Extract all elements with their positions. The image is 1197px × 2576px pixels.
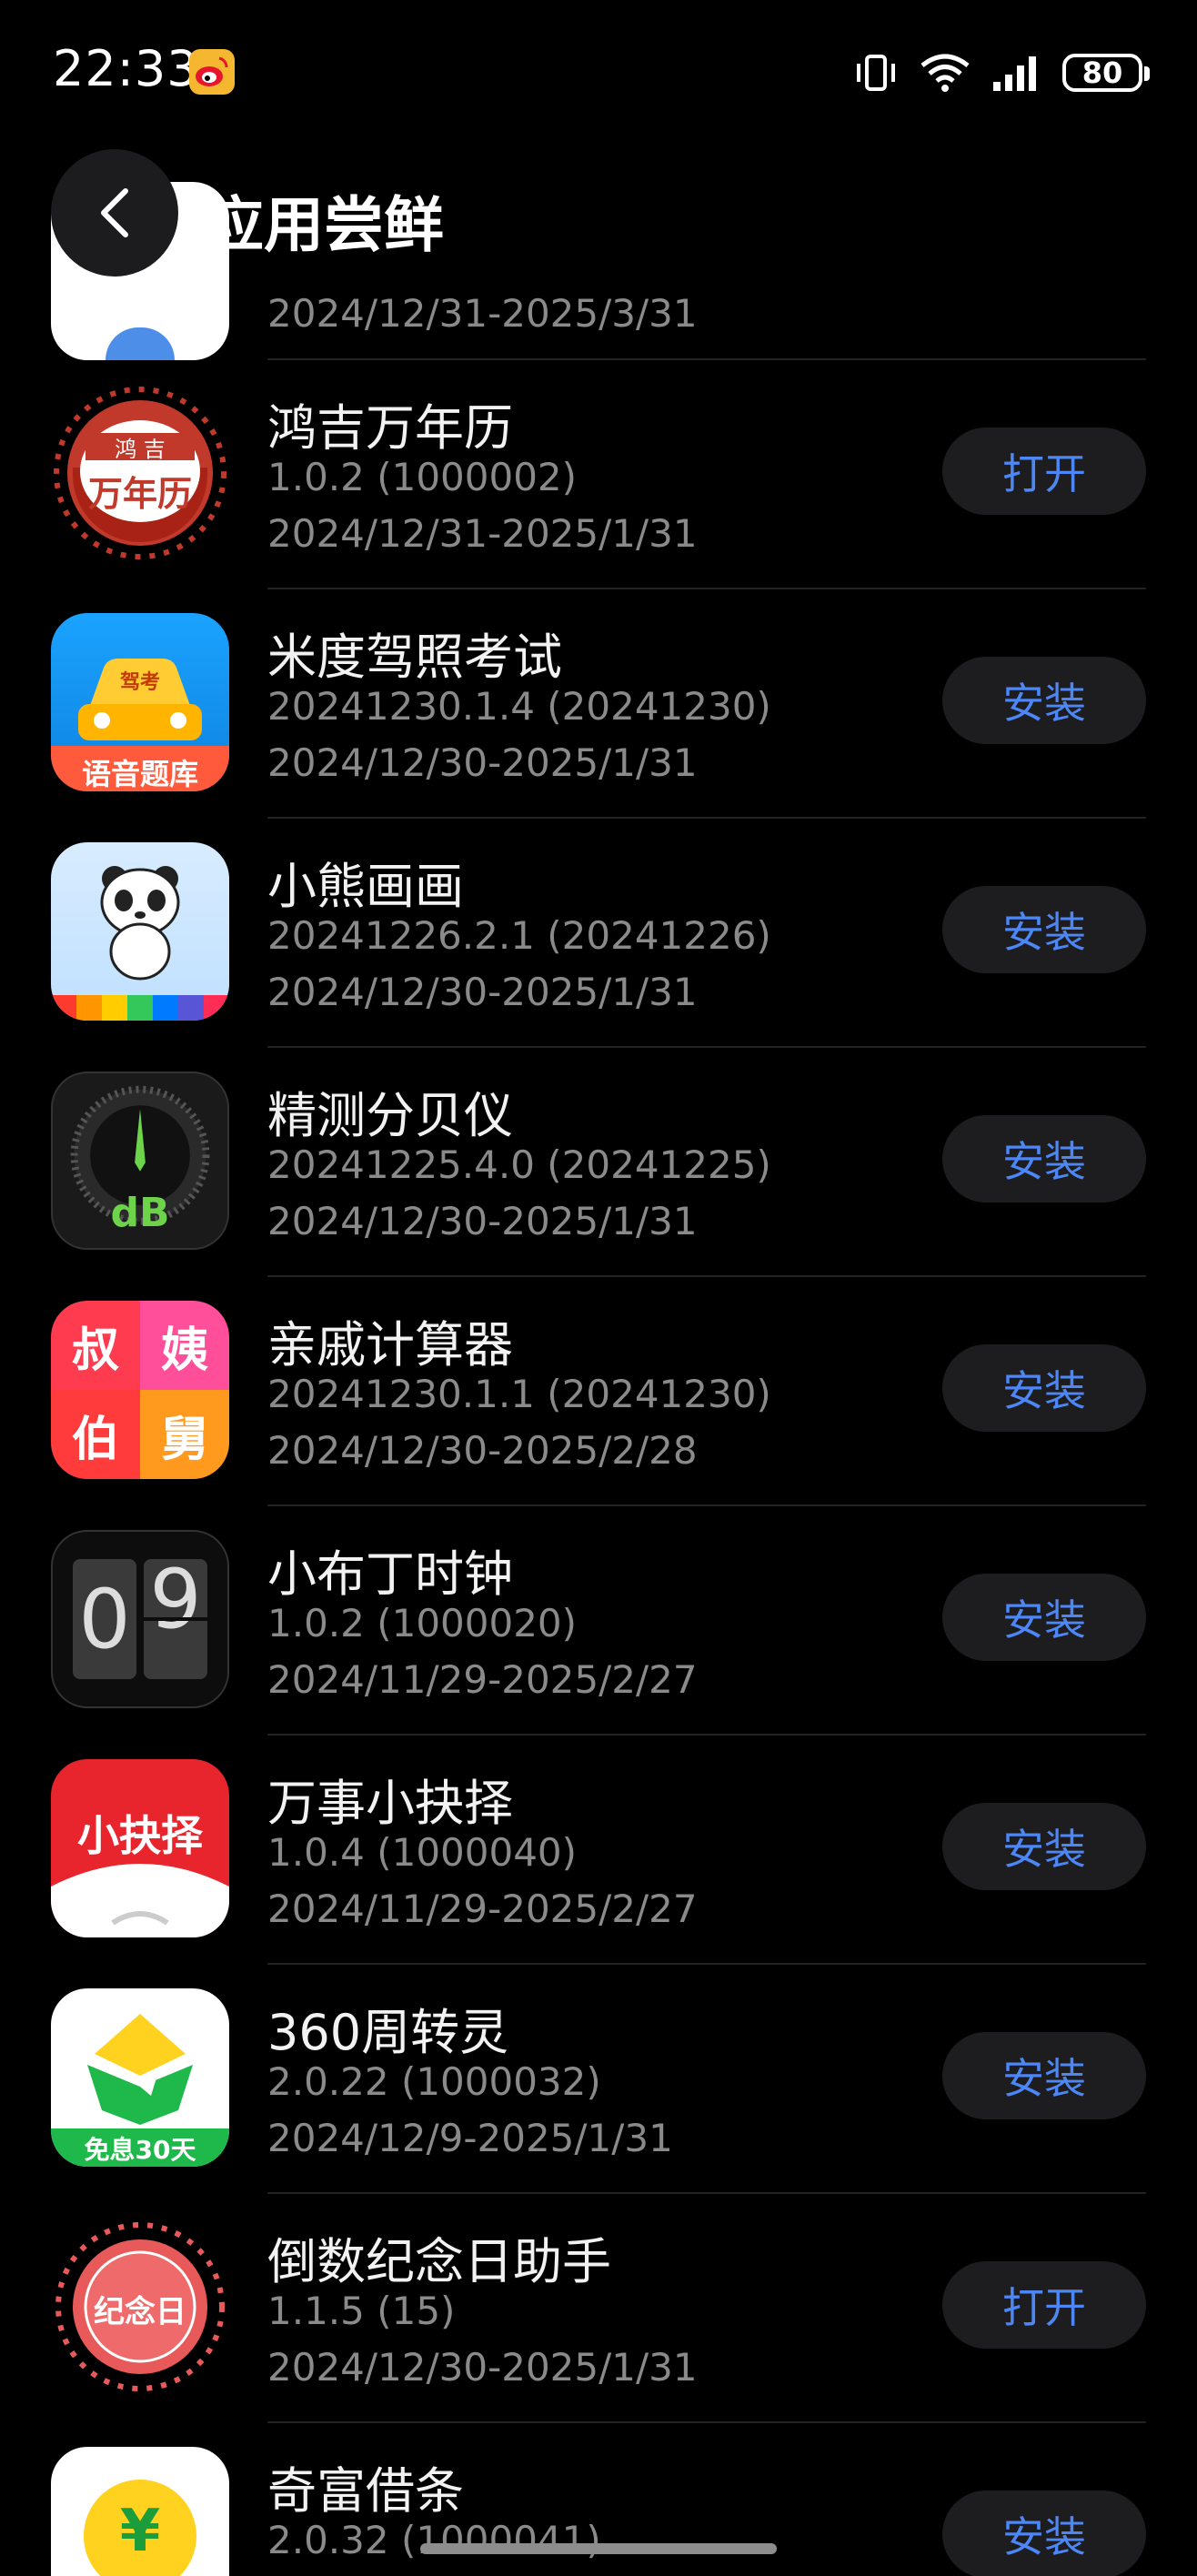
- app-name: 鸿吉万年历: [267, 399, 513, 457]
- app-name: 亲戚计算器: [267, 1316, 513, 1374]
- app-version: 1.1.5 (15): [267, 2289, 456, 2333]
- app-icon-360-loan: 免息30天: [51, 1988, 229, 2167]
- app-dates: 2024/11/29-2025/2/27: [267, 1657, 698, 1702]
- weibo-icon: [189, 49, 235, 95]
- app-name: 精测分贝仪: [267, 1087, 513, 1144]
- app-version: 20241225.4.0 (20241225): [267, 1142, 771, 1187]
- app-version: 2.0.32 (1000041): [267, 2518, 601, 2562]
- status-icons: 80: [853, 51, 1150, 95]
- app-dates: 2024/12/30-2025/1/31: [267, 740, 698, 785]
- app-icon-qifu-loan: ¥: [51, 2447, 229, 2576]
- install-button[interactable]: 安装: [942, 2032, 1146, 2119]
- app-dates: 2024/12/30-2025/1/31: [267, 2345, 698, 2390]
- app-dates: 2024/12/30-2025/1/31: [267, 970, 698, 1014]
- battery-level: 80: [1081, 55, 1123, 90]
- app-version: 1.0.4 (1000040): [267, 1830, 578, 1875]
- install-button[interactable]: 安装: [942, 657, 1146, 744]
- app-version: 1.0.2 (1000002): [267, 455, 578, 499]
- app-dates: 2024/12/31-2025/3/31: [267, 291, 698, 336]
- home-indicator[interactable]: [420, 2543, 777, 2554]
- icon-tile: 伯: [51, 1390, 140, 1479]
- vibrate-icon: [853, 53, 899, 93]
- app-icon-calendar: 鸿 吉 万年历: [51, 384, 229, 562]
- list-item[interactable]: dB 精测分贝仪 20241225.4.0 (20241225) 2024/12…: [0, 1048, 1197, 1277]
- app-trial-page: 22:33 80 2024/12/31-2025/3/31 鸿 吉 万年历 鸿吉…: [0, 0, 1197, 2576]
- page-title: 应用尝鲜: [204, 190, 444, 260]
- icon-label: 小抉择: [77, 1811, 203, 1860]
- app-dates: 2024/12/9-2025/1/31: [267, 2116, 673, 2160]
- icon-digit: 0: [73, 1559, 136, 1679]
- status-time: 22:33: [53, 40, 199, 97]
- icon-tile: 舅: [140, 1390, 229, 1479]
- icon-label: 纪念日: [94, 2294, 186, 2330]
- icon-label: ¥: [119, 2498, 161, 2565]
- open-button[interactable]: 打开: [942, 2261, 1146, 2349]
- app-name: 倒数纪念日助手: [267, 2233, 611, 2290]
- app-name: 小布丁时钟: [267, 1545, 513, 1603]
- signal-icon: [991, 53, 1042, 93]
- app-icon-choice: 小抉择: [51, 1759, 229, 1937]
- back-button[interactable]: [51, 149, 178, 277]
- app-icon-decibel-meter: dB: [51, 1072, 229, 1250]
- list-item[interactable]: 驾考 语音题库 米度驾照考试 20241230.1.4 (20241230) 2…: [0, 589, 1197, 819]
- app-version: 2.0.22 (1000032): [267, 2059, 601, 2104]
- open-button[interactable]: 打开: [942, 428, 1146, 515]
- list-item[interactable]: 0 9 小布丁时钟 1.0.2 (1000020) 2024/11/29-202…: [0, 1506, 1197, 1736]
- app-dates: 2024/11/29-2025/2/27: [267, 1887, 698, 1931]
- app-version: 20241230.1.4 (20241230): [267, 684, 771, 729]
- app-name: 小熊画画: [267, 858, 464, 915]
- app-name: 360周转灵: [267, 2004, 509, 2061]
- battery-icon: 80: [1062, 54, 1150, 92]
- install-button[interactable]: 安装: [942, 1574, 1146, 1661]
- app-dates: 2024/12/30-2025/2/28: [267, 1428, 698, 1473]
- list-item[interactable]: 纪念日 倒数纪念日助手 1.1.5 (15) 2024/12/30-2025/1…: [0, 2194, 1197, 2423]
- status-bar: 22:33 80: [0, 0, 1197, 146]
- install-button[interactable]: 安装: [942, 1803, 1146, 1890]
- chevron-left-icon: [95, 186, 135, 240]
- app-icon-anniversary: 纪念日: [51, 2218, 229, 2396]
- install-button[interactable]: 安装: [942, 2490, 1146, 2576]
- icon-tile: 叔: [51, 1301, 140, 1390]
- icon-label: 语音题库: [81, 757, 198, 791]
- list-item[interactable]: 小熊画画 20241226.2.1 (20241226) 2024/12/30-…: [0, 819, 1197, 1048]
- app-version: 20241226.2.1 (20241226): [267, 913, 771, 958]
- icon-label: 免息30天: [84, 2135, 196, 2165]
- list-item[interactable]: 鸿 吉 万年历 鸿吉万年历 1.0.2 (1000002) 2024/12/31…: [0, 360, 1197, 589]
- app-name: 奇富借条: [267, 2462, 464, 2520]
- header: 应用尝鲜: [0, 146, 1197, 282]
- app-version: 20241230.1.1 (20241230): [267, 1372, 771, 1416]
- app-icon-relative-calculator: 叔 姨 伯 舅: [51, 1301, 229, 1479]
- icon-tile: 姨: [140, 1301, 229, 1390]
- app-icon-panda-drawing: [51, 842, 229, 1021]
- install-button[interactable]: 安装: [942, 1344, 1146, 1432]
- install-button[interactable]: 安装: [942, 1115, 1146, 1202]
- list-item[interactable]: 叔 姨 伯 舅 亲戚计算器 20241230.1.1 (20241230) 20…: [0, 1277, 1197, 1506]
- install-button[interactable]: 安装: [942, 886, 1146, 973]
- list-item[interactable]: 免息30天 360周转灵 2.0.22 (1000032) 2024/12/9-…: [0, 1965, 1197, 2194]
- app-icon-clock: 0 9: [51, 1530, 229, 1708]
- app-name: 米度驾照考试: [267, 629, 562, 686]
- app-version: 1.0.2 (1000020): [267, 1601, 578, 1645]
- icon-label: 驾考: [119, 671, 160, 694]
- app-name: 万事小抉择: [267, 1775, 513, 1832]
- icon-label: dB: [110, 1190, 170, 1236]
- icon-label: 鸿 吉: [115, 437, 166, 462]
- list-item[interactable]: 小抉择 万事小抉择 1.0.4 (1000040) 2024/11/29-202…: [0, 1736, 1197, 1965]
- icon-label: 万年历: [87, 474, 192, 514]
- wifi-icon: [919, 53, 971, 93]
- app-dates: 2024/12/31-2025/1/31: [267, 511, 698, 556]
- app-dates: 2024/12/30-2025/1/31: [267, 1199, 698, 1243]
- list-item-partial[interactable]: 2024/12/31-2025/3/31: [0, 182, 1197, 360]
- app-icon-driving-test: 驾考 语音题库: [51, 613, 229, 791]
